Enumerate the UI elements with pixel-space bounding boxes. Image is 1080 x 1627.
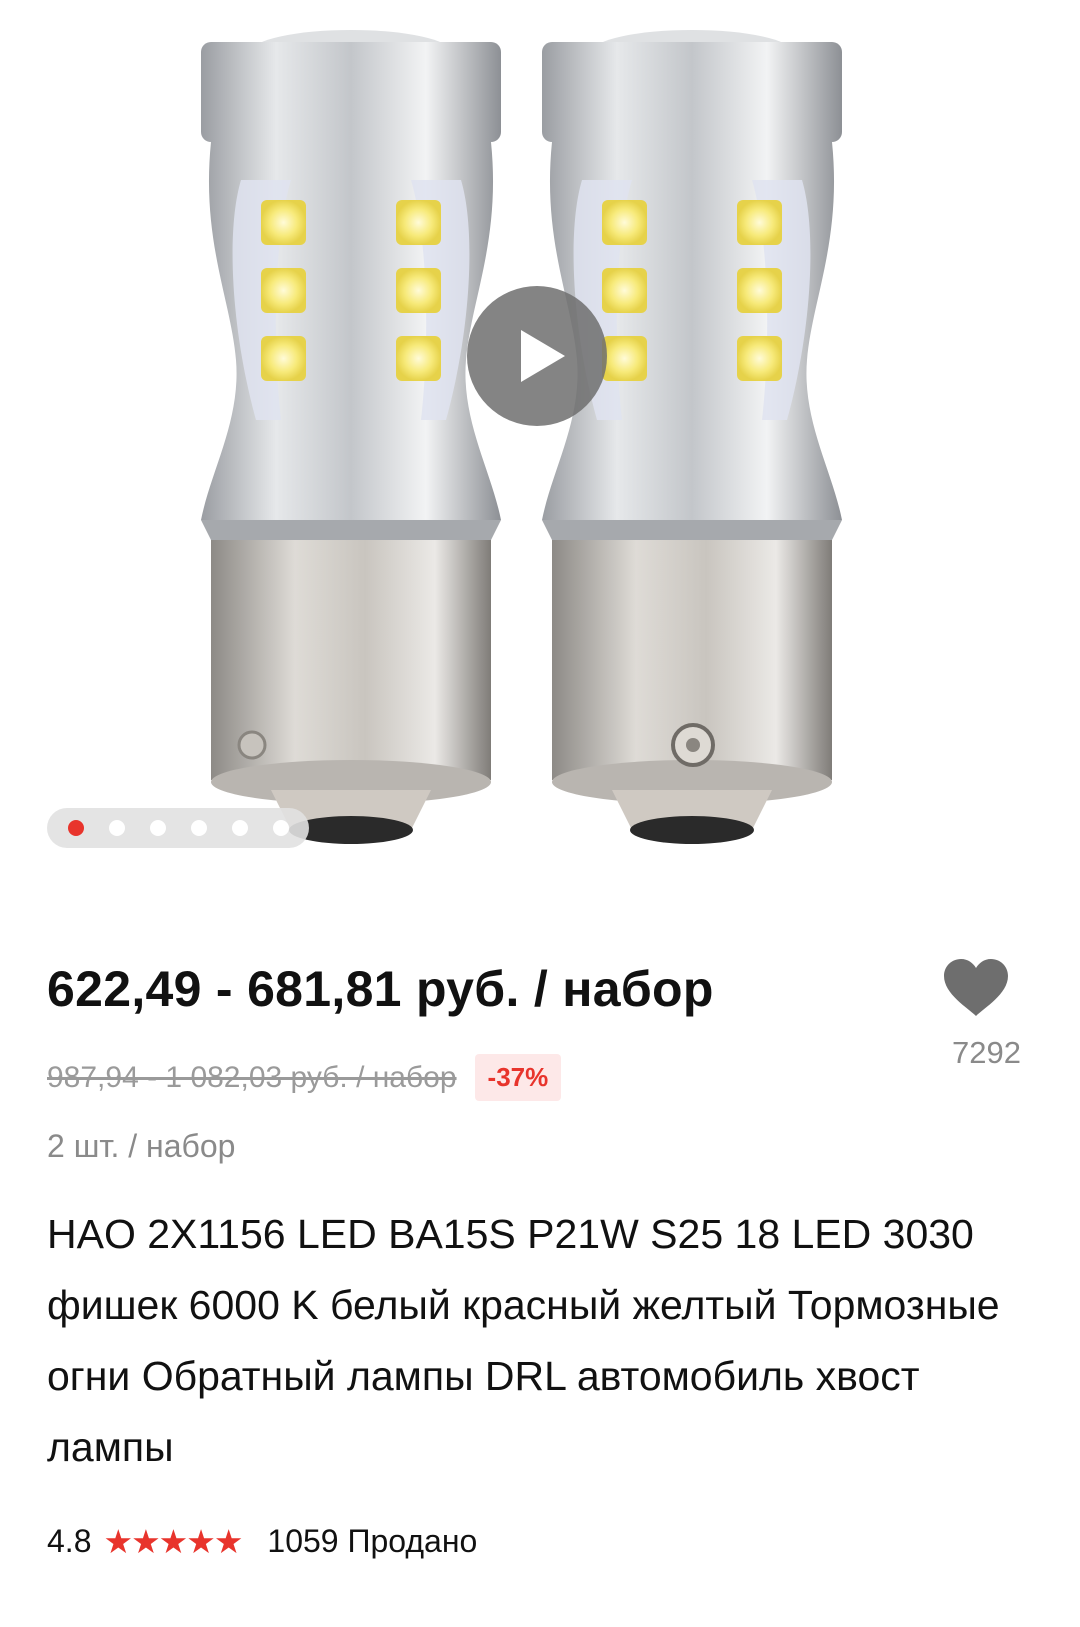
gallery-dot-6[interactable]: [272, 820, 289, 836]
old-price-row: 987,94 - 1 082,03 руб. / набор -37%: [47, 1054, 562, 1101]
product-image: [201, 30, 842, 844]
current-price: 622,49 - 681,81 руб. / набор: [47, 961, 714, 1017]
gallery-pagination: [47, 808, 309, 848]
play-video-button[interactable]: [467, 286, 607, 426]
discount-badge: -37%: [474, 1054, 562, 1101]
gallery-dot-4[interactable]: [190, 820, 207, 836]
gallery-dot-3[interactable]: [149, 820, 166, 836]
product-title: HAO 2X1156 LED BA15S P21W S25 18 LED 303…: [47, 1211, 1000, 1470]
old-price: 987,94 - 1 082,03 руб. / набор: [47, 1060, 457, 1094]
rating-row[interactable]: 4.8 ★★★★★ 1059 Продано: [47, 1522, 477, 1561]
gallery-dot-5[interactable]: [231, 820, 248, 836]
product-gallery[interactable]: [0, 0, 1080, 870]
sold-count: 1059 Продано: [267, 1523, 478, 1559]
favorite-heart-icon[interactable]: [942, 958, 1010, 1018]
quantity-per-set: 2 шт. / набор: [47, 1128, 236, 1164]
play-icon: [521, 330, 565, 382]
gallery-dot-2[interactable]: [108, 820, 125, 836]
star-icons: ★★★★★: [103, 1523, 243, 1560]
gallery-dot-1[interactable]: [67, 820, 84, 836]
favorites-count: 7292: [952, 1035, 1021, 1070]
rating-value: 4.8: [47, 1523, 92, 1559]
